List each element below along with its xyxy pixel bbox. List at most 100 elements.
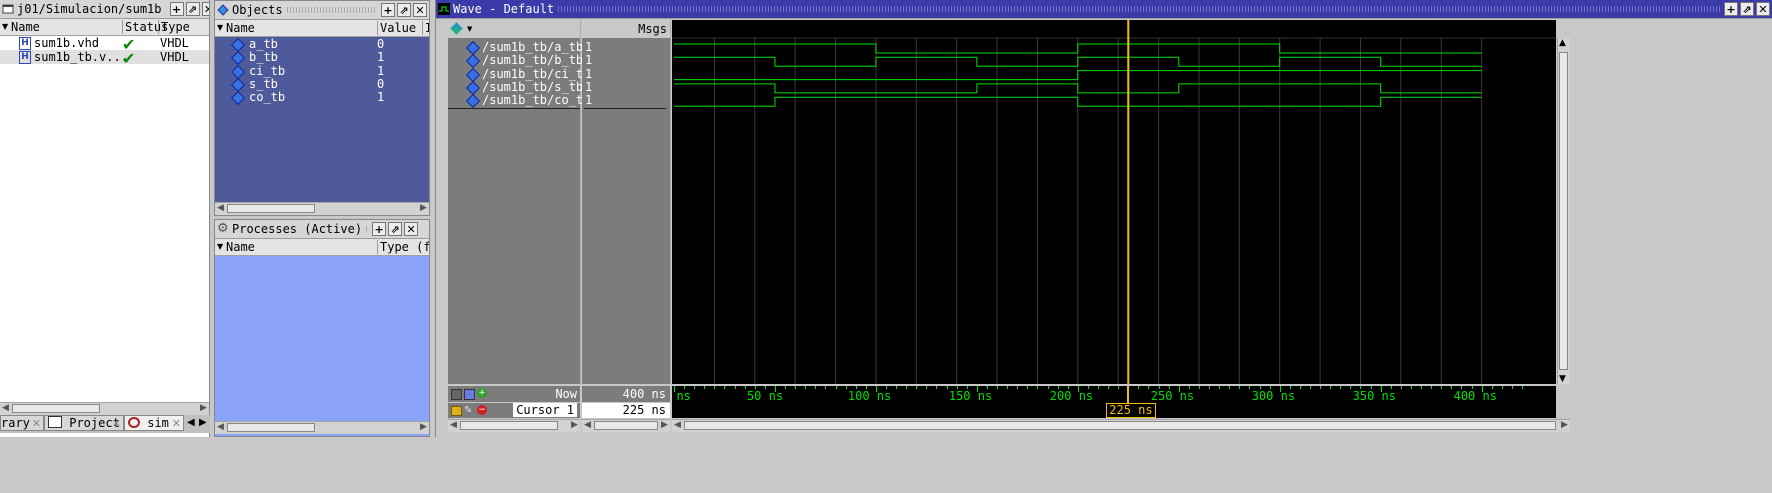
tab-scroll-left-icon[interactable]: ◀ [187,417,195,428]
signal-row[interactable]: /sum1b_tb/s_tb [448,80,583,95]
sort-icon[interactable]: ▼ [217,23,223,32]
waveform-area[interactable] [672,20,1556,384]
object-row[interactable]: a_tb 0 [215,37,429,53]
waveform-canvas[interactable] [672,20,1556,384]
signal-icon [465,94,481,109]
msgs-label: Msgs [638,22,667,36]
tab-sim[interactable]: sim ✕ [124,415,184,431]
close-tab-icon[interactable]: ✕ [32,417,41,430]
cursor-line[interactable] [1127,386,1130,403]
signal-row[interactable]: /sum1b_tb/b_tb [448,53,583,69]
lock-icon[interactable] [451,406,462,416]
col-name[interactable]: Name [11,20,40,34]
values-hscrollbar[interactable]: ◀ ▶ [582,419,670,432]
scroll-thumb[interactable] [460,421,558,430]
scroll-left-icon[interactable]: ◀ [672,420,683,431]
scroll-up-icon[interactable]: ▲ [1559,38,1566,48]
scroll-left-icon[interactable]: ◀ [215,422,226,433]
signal-row[interactable]: /sum1b_tb/ci_tb [448,67,590,82]
add-cursor-icon[interactable]: + [477,388,487,398]
scroll-right-icon[interactable]: ▶ [198,403,209,414]
wave-hscrollbar[interactable]: ◀ ▶ [672,419,1570,432]
scroll-thumb[interactable] [227,423,315,432]
drag-grip[interactable] [286,7,377,13]
sort-icon[interactable]: ▼ [2,22,8,31]
objects-hscrollbar[interactable]: ◀ ▶ [215,202,429,215]
file-row[interactable]: H sum1b.vhd ✔ VHDL [0,35,209,54]
scroll-thumb[interactable] [1559,52,1568,370]
add-signal-icon[interactable] [450,22,463,35]
scroll-thumb[interactable] [12,404,100,413]
close-tab-icon[interactable]: ✕ [112,417,121,430]
col-kind[interactable]: I [422,21,429,35]
close-button[interactable]: ✕ [1756,2,1770,16]
close-button[interactable]: ✕ [413,3,427,17]
signal-icon [230,91,246,106]
scroll-right-icon[interactable]: ▶ [569,420,580,431]
object-row[interactable]: co_tb 1 [215,90,429,106]
undock-button[interactable]: ⇗ [397,3,411,17]
scroll-left-icon[interactable]: ◀ [448,420,459,431]
tab-project[interactable]: Project ✕ [44,415,124,431]
close-button[interactable]: ✕ [404,222,419,236]
scroll-down-icon[interactable]: ▼ [1559,374,1566,384]
tab-library[interactable]: rary ✕ [0,415,44,431]
drag-grip[interactable] [366,226,369,232]
scroll-thumb[interactable] [684,421,1556,430]
wave-titlebar[interactable]: Wave - Default + ⇗ ✕ [436,0,1772,19]
scroll-right-icon[interactable]: ▶ [1559,420,1570,431]
time-tick [1148,386,1150,389]
undock-button[interactable]: ⇗ [388,222,403,236]
edit-cursor-icon[interactable]: ✎ [464,405,472,416]
scroll-thumb[interactable] [227,204,315,213]
object-row[interactable]: s_tb 0 [215,77,429,92]
drag-grip[interactable] [558,6,1720,12]
scroll-left-icon[interactable]: ◀ [0,403,11,414]
signal-row[interactable]: /sum1b_tb/co_tb [448,93,590,109]
col-name[interactable]: Name [226,21,255,35]
project-hscrollbar[interactable]: ◀ ▶ [0,402,209,415]
object-row[interactable]: ci_tb 1 [215,64,429,79]
dock-button[interactable]: + [372,222,387,236]
scroll-right-icon[interactable]: ▶ [418,203,429,214]
object-row[interactable]: b_tb 1 [215,50,429,66]
window-icon[interactable] [464,389,475,400]
delete-cursor-icon[interactable]: − [477,405,487,415]
cursor-time-badge[interactable]: 225 ns [1106,403,1156,418]
file-row[interactable]: H sum1b_tb.v... ✔ VHDL [0,49,209,68]
scroll-thumb[interactable] [594,421,658,430]
col-value[interactable]: Value [377,21,416,35]
cursor-value[interactable]: 225 ns [623,403,666,417]
close-button[interactable]: ✕ [201,2,209,16]
col-name[interactable]: Name [226,240,255,254]
sort-icon[interactable]: ▼ [217,242,223,251]
time-axis[interactable]: 0 ns 50 ns 100 ns 150 ns 200 ns 250 ns 300 ns 3… [672,386,1556,418]
signal-row[interactable]: /sum1b_tb/a_tb [448,40,583,56]
col-type[interactable]: Type (fi [377,240,429,254]
dock-button[interactable]: + [1724,2,1738,16]
names-hscrollbar[interactable]: ◀ ▶ [448,419,580,432]
chevron-down-icon[interactable]: ▼ [467,25,472,33]
processes-hscrollbar[interactable]: ◀ ▶ [215,421,429,434]
objects-column-header: ▼ Name Value I [215,20,429,37]
scroll-left-icon[interactable]: ◀ [582,420,593,431]
wave-header-strip [672,20,1556,38]
scroll-right-icon[interactable]: ▶ [418,422,429,433]
scroll-left-icon[interactable]: ◀ [215,203,226,214]
cursor-label[interactable]: Cursor 1 [513,403,577,417]
zoom-icon[interactable] [451,389,462,400]
close-tab-icon[interactable]: ✕ [172,417,181,430]
tab-scroll-right-icon[interactable]: ▶ [199,417,207,428]
dock-button[interactable]: + [381,3,395,17]
objects-titlebar[interactable]: Objects + ⇗ ✕ [215,1,429,20]
processes-titlebar[interactable]: ⚙ Processes (Active) + ⇗ ✕ [215,220,429,239]
dock-button[interactable]: + [169,2,184,16]
undock-button[interactable]: ⇗ [185,2,200,16]
undock-button[interactable]: ⇗ [1740,2,1754,16]
time-tick [1239,386,1241,389]
project-titlebar[interactable]: j01/Simulacion/sum1b + ⇗ ✕ [0,0,209,19]
col-type[interactable]: Type [158,20,190,34]
wave-vscrollbar[interactable]: ▲ ▼ [1557,38,1570,384]
scroll-right-icon[interactable]: ▶ [659,420,670,431]
check-icon: ✔ [122,49,136,68]
